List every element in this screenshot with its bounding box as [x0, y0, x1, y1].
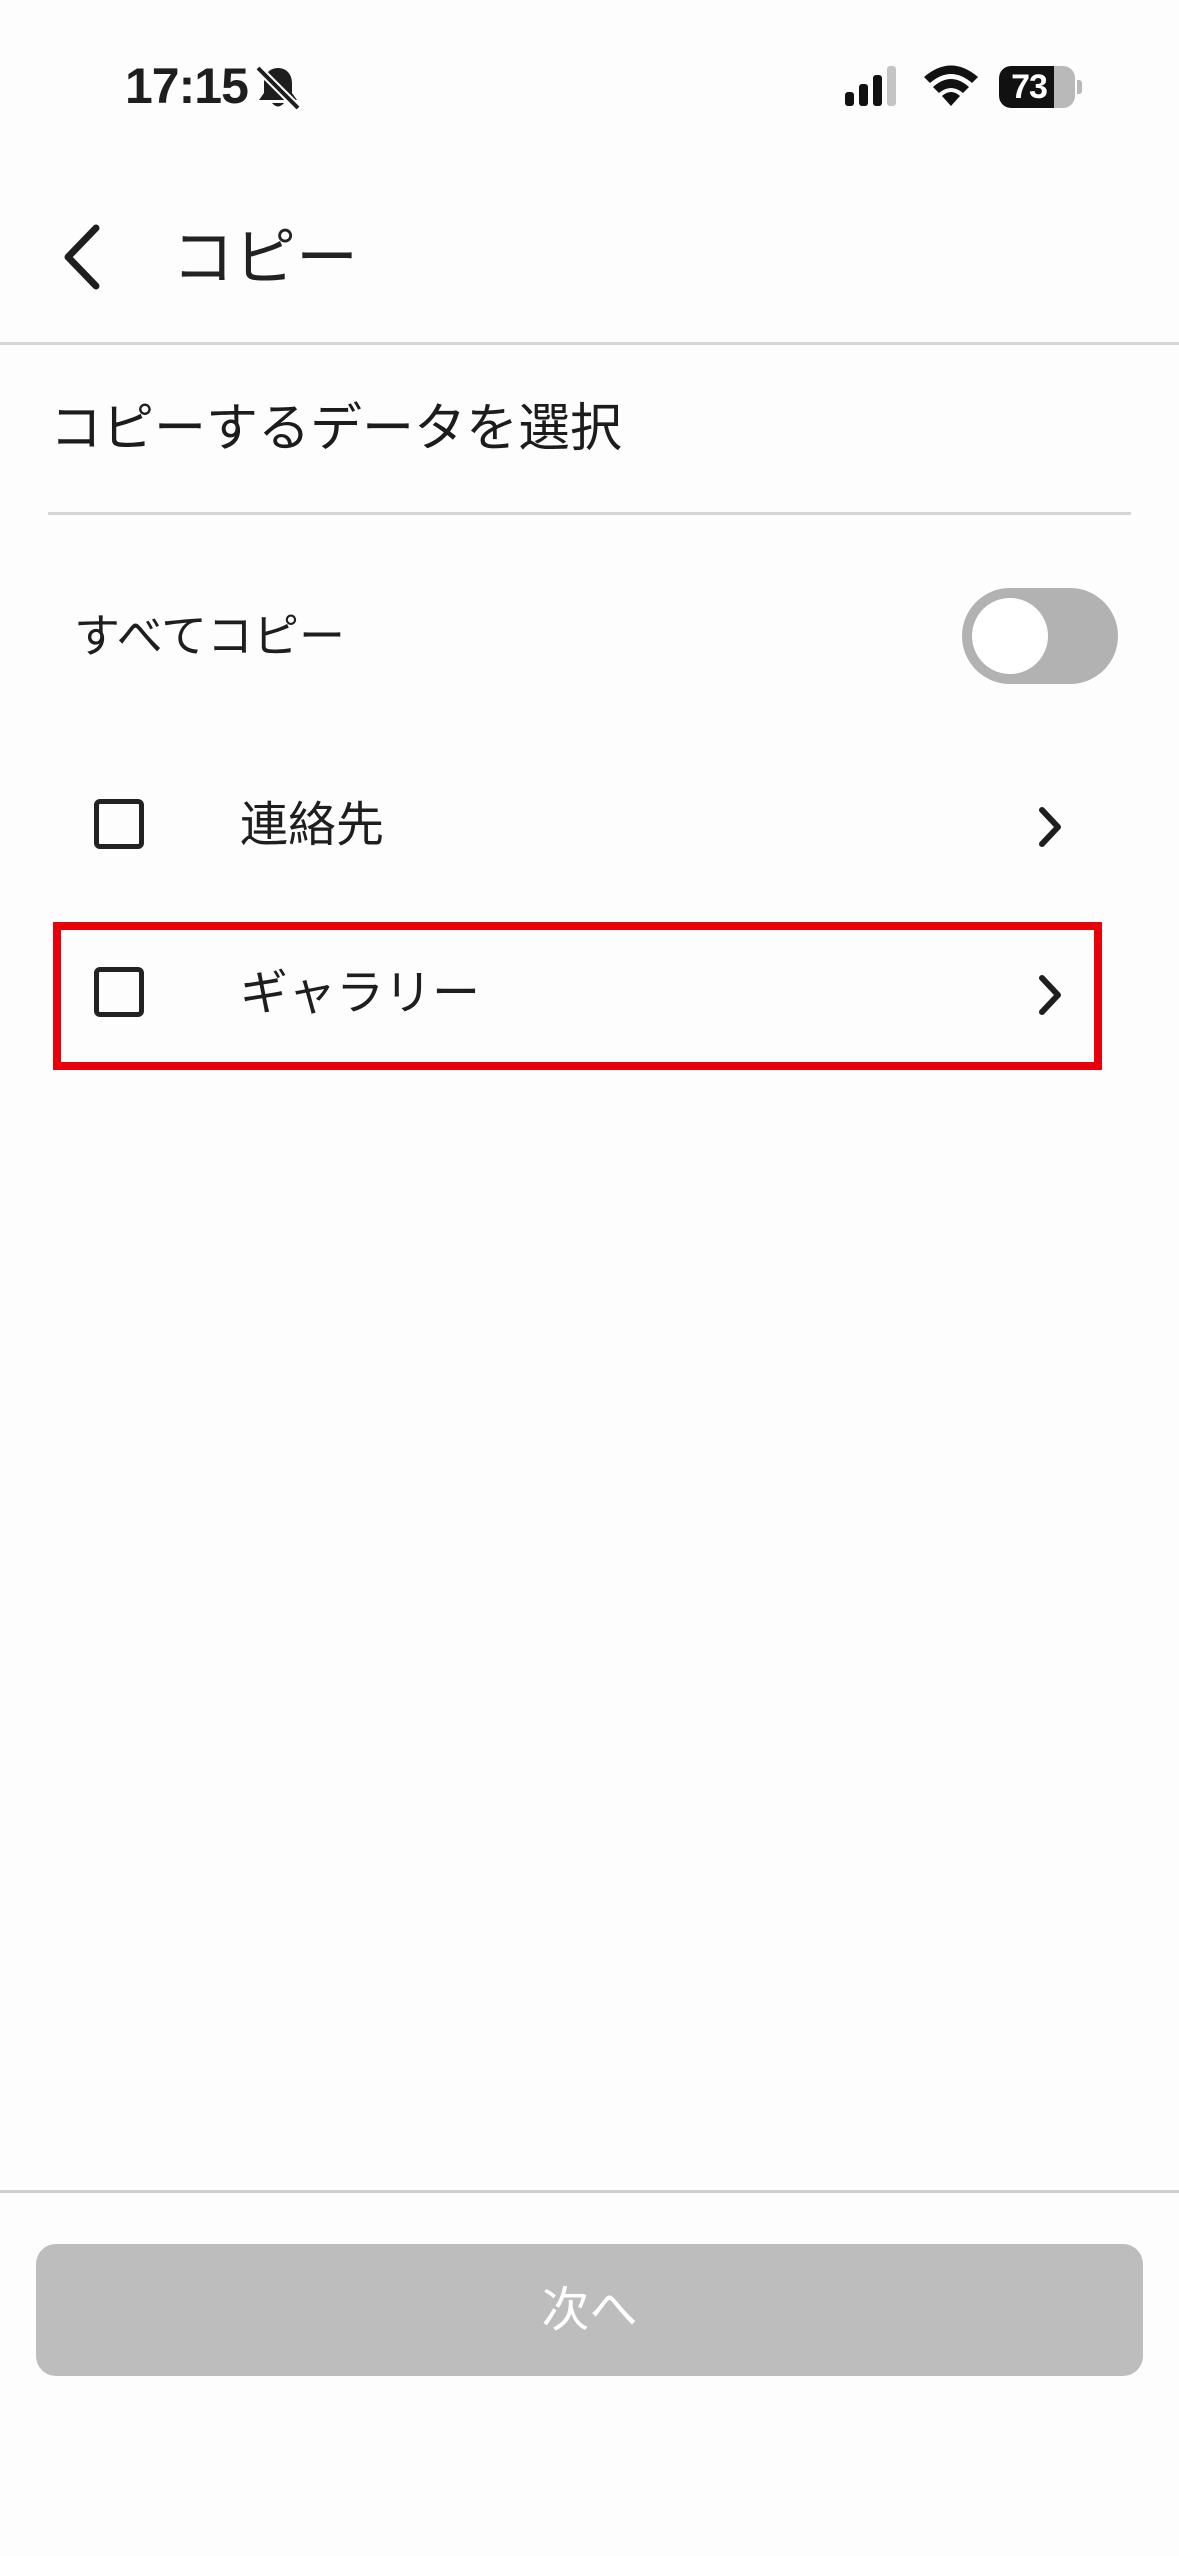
battery-nub [1077, 80, 1082, 94]
highlight-box [53, 922, 1102, 1070]
signal-icon [845, 66, 896, 106]
footer-divider [0, 2190, 1179, 2193]
contacts-checkbox[interactable] [94, 799, 144, 849]
list-item-contacts[interactable]: 連絡先 [56, 762, 1099, 892]
header-divider [0, 342, 1179, 345]
toggle-knob [972, 598, 1048, 674]
battery-icon: 73 [999, 66, 1075, 108]
section-title: コピーするデータを選択 [50, 399, 623, 459]
bell-slash-icon [255, 65, 301, 111]
next-button[interactable]: 次へ [36, 2244, 1143, 2376]
list-item-label: 連絡先 [240, 797, 385, 853]
copy-all-label: すべてコピー [74, 609, 345, 663]
chevron-left-icon[interactable] [56, 222, 112, 292]
status-time: 17:15 [125, 58, 249, 114]
section-divider [48, 512, 1131, 515]
chevron-right-icon[interactable] [1032, 804, 1068, 850]
wifi-icon [924, 65, 978, 106]
page-title: コピー [172, 221, 359, 294]
copy-all-toggle[interactable] [962, 588, 1118, 684]
battery-level: 73 [1011, 68, 1048, 106]
